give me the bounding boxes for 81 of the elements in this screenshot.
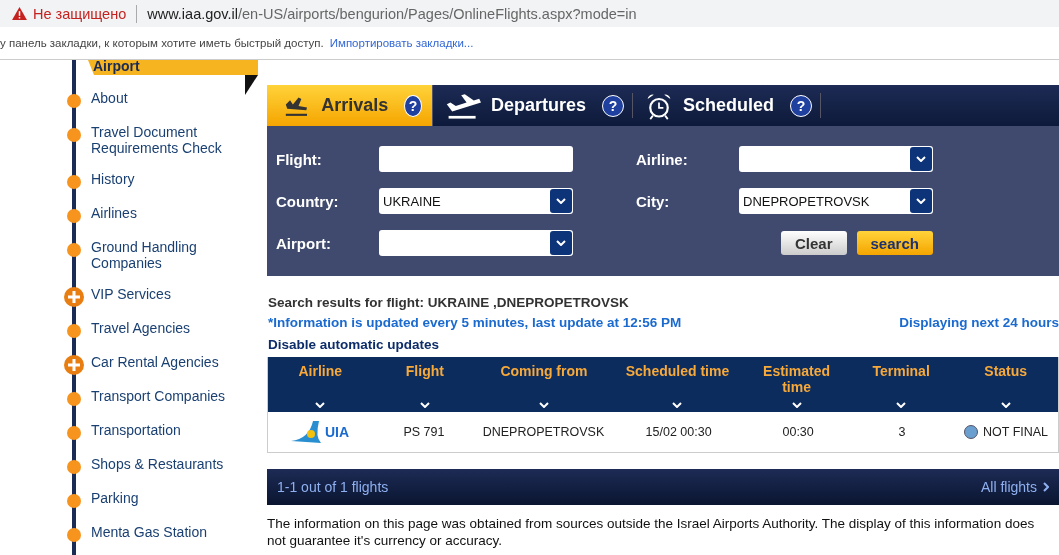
bullet-dot-icon	[67, 94, 81, 108]
clear-button[interactable]: Clear	[781, 231, 847, 255]
bullet-dot-icon	[67, 460, 81, 474]
section-title: Airport	[88, 60, 258, 75]
sidebar-link[interactable]: Menta Gas Station	[91, 524, 241, 540]
bullet-dot-icon	[67, 426, 81, 440]
disable-updates-link[interactable]: Disable automatic updates	[268, 337, 1059, 359]
sidebar-link[interactable]: Travel Document Requirements Check	[91, 124, 241, 156]
field-label: Flight:	[276, 150, 323, 168]
search-button[interactable]: search	[856, 231, 933, 255]
security-status[interactable]: Не защищено	[33, 5, 127, 22]
sidebar-link[interactable]: Transportation	[91, 422, 241, 438]
disclaimer-text: The information on this page was obtained from sources outside the Israel Airports Authority. The display of this information does not guarantee it's currency or accuracy.	[267, 515, 1036, 549]
caret-icon[interactable]	[1000, 402, 1011, 408]
corner-triangle-icon	[245, 75, 258, 95]
field-label: Country:	[276, 192, 340, 210]
select-field[interactable]: DNEPROPETROVSK	[739, 188, 933, 214]
caret-icon[interactable]	[896, 402, 907, 408]
bullet-dot-icon	[67, 494, 81, 508]
address-bar-url[interactable]: www.iaa.gov.il/en-US/airports/bengurion/Pages/OnlineFlights.aspx?mode=in	[147, 5, 637, 22]
bullet-dot-icon	[67, 528, 81, 542]
bullet-dot-icon	[67, 324, 81, 338]
field-label: Airport:	[276, 234, 332, 252]
results-title: Search results for flight: UKRAINE ,DNEPROPETROVSK	[268, 295, 630, 312]
bullet-dot-icon	[67, 175, 81, 189]
column-header[interactable]: Scheduled time	[610, 357, 745, 412]
bullet-dot-icon	[67, 392, 81, 406]
flight-tab[interactable]: Arrivals ?	[267, 85, 433, 126]
update-note: *Information is updated every 5 minutes, last update at 12:56 PM	[268, 315, 682, 332]
sidebar-link[interactable]: Car Rental Agencies	[91, 354, 241, 370]
column-header[interactable]: Coming from	[477, 357, 611, 412]
status-dot-icon	[964, 425, 978, 439]
table-cell-text: DNEPROPETROVSK	[481, 425, 606, 439]
table-cell: UIA	[324, 424, 350, 440]
caret-icon[interactable]	[791, 402, 802, 408]
field-label: Airline:	[636, 150, 689, 168]
column-header[interactable]: Status	[953, 357, 1058, 412]
import-bookmarks-link[interactable]: Импортировать закладки...	[329, 37, 474, 49]
flight-search-field[interactable]	[379, 146, 573, 172]
field-label: City:	[636, 192, 671, 210]
help-icon[interactable]: ?	[602, 94, 625, 117]
chevron-icon[interactable]	[1043, 482, 1049, 492]
table-cell-text: 00:30	[781, 425, 815, 439]
range-note: Displaying next 24 hours	[899, 315, 1059, 332]
sidebar-link[interactable]: Parking	[91, 490, 241, 506]
flight-tab[interactable]: Scheduled ?	[633, 93, 822, 118]
help-icon[interactable]: ?	[790, 94, 813, 117]
plus-icon[interactable]	[64, 355, 84, 375]
column-header[interactable]: Airline	[268, 357, 373, 412]
sidebar-link[interactable]: Travel Agencies	[91, 320, 241, 336]
sidebar-link[interactable]: About	[91, 90, 241, 106]
plus-icon[interactable]	[64, 287, 84, 307]
sidebar-link[interactable]: Airlines	[91, 205, 241, 221]
select-field[interactable]	[379, 230, 573, 256]
help-icon[interactable]: ?	[404, 94, 422, 117]
flight-search-field[interactable]	[739, 146, 933, 172]
select-field[interactable]: UKRAINE	[379, 188, 573, 214]
caret-icon[interactable]	[315, 402, 326, 408]
caret-icon[interactable]	[419, 402, 430, 408]
bookmarks-hint: у панель закладки, к которым хотите иметь быстрый доступ.	[0, 37, 324, 49]
table-cell-text: 3	[897, 425, 907, 439]
sidebar-link[interactable]: Ground Handling Companies	[91, 239, 241, 271]
caret-icon[interactable]	[672, 402, 683, 408]
table-cell: NOT FINAL	[983, 425, 1049, 439]
result-count: 1-1 out of 1 flights	[277, 479, 389, 495]
warning-icon	[12, 7, 27, 20]
column-header[interactable]: Estimated time	[744, 357, 849, 412]
sidebar-link[interactable]: VIP Services	[91, 286, 241, 302]
table-cell-text: 15/02 00:30	[644, 425, 713, 439]
sidebar-link[interactable]: Shops & Restaurants	[91, 456, 241, 472]
column-header[interactable]: Flight	[372, 357, 478, 412]
bullet-dot-icon	[67, 209, 81, 223]
flight-tab[interactable]: Departures ?	[433, 93, 634, 118]
bullet-dot-icon	[67, 128, 81, 142]
all-flights-link[interactable]: All flights	[980, 479, 1049, 495]
sidebar-link[interactable]: History	[91, 171, 241, 187]
sidebar-link[interactable]: Transport Companies	[91, 388, 241, 404]
caret-icon[interactable]	[538, 402, 549, 408]
table-cell-text: PS 791	[402, 425, 446, 439]
column-header[interactable]: Terminal	[848, 357, 954, 412]
bullet-dot-icon	[67, 243, 81, 257]
